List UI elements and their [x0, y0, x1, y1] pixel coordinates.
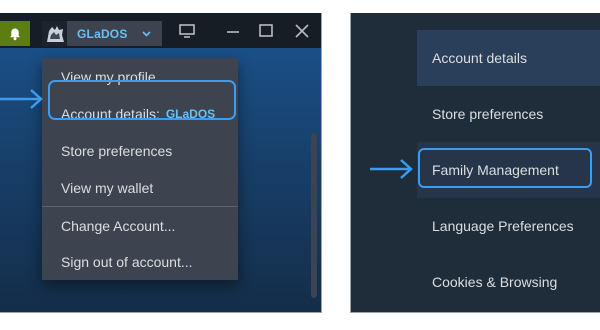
- account-name: GLaDOS: [77, 26, 128, 41]
- highlight-outline-family-management: [418, 148, 592, 188]
- menu-item-sign-out[interactable]: Sign out of account...: [42, 243, 238, 280]
- notifications-button[interactable]: [0, 21, 30, 46]
- steam-client-window: GLaDOS View my profile Account details:: [0, 13, 322, 313]
- nav-item-cookies-browsing[interactable]: Cookies & Browsing: [417, 254, 600, 310]
- nav-item-language-preferences[interactable]: Language Preferences: [417, 198, 600, 254]
- menu-item-store-preferences[interactable]: Store preferences: [42, 132, 238, 169]
- chevron-down-icon: [141, 30, 151, 37]
- minimize-icon[interactable]: [225, 23, 241, 39]
- nav-item-store-preferences[interactable]: Store preferences: [417, 86, 600, 142]
- arrow-right-icon: [0, 88, 44, 115]
- menu-item-change-account[interactable]: Change Account...: [42, 207, 238, 244]
- nav-item-account-details[interactable]: Account details: [417, 30, 600, 86]
- avatar: [42, 21, 67, 46]
- bell-icon: [8, 27, 22, 41]
- menu-item-view-wallet[interactable]: View my wallet: [42, 169, 238, 206]
- account-menu-button[interactable]: GLaDOS: [42, 21, 162, 46]
- scrollbar[interactable]: [311, 133, 317, 298]
- title-bar: GLaDOS: [0, 13, 321, 48]
- maximize-icon[interactable]: [258, 23, 274, 39]
- close-icon[interactable]: [294, 23, 310, 39]
- highlight-outline-account-details: [48, 80, 236, 120]
- monitor-icon[interactable]: [178, 23, 196, 39]
- arrow-right-icon: [370, 158, 414, 185]
